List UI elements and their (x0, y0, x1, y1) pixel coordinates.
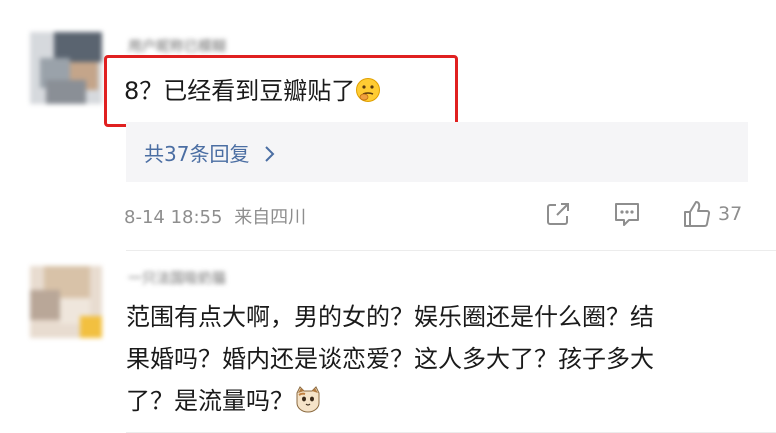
comment-meta: 8-14 18:55 来自四川 (124, 203, 306, 229)
comment-text-line: 果婚吗？婚内还是谈恋爱？这人多大了？孩子多大 (126, 345, 654, 373)
view-replies-link[interactable]: 共37条回复 (144, 138, 275, 167)
like-button[interactable]: 37 (682, 196, 742, 232)
thumbs-up-icon (682, 199, 712, 229)
comment-text: 范围有点大啊，男的女的？娱乐圈还是什么圈？结 果婚吗？婚内还是谈恋爱？这人多大了… (126, 296, 654, 426)
avatar[interactable] (30, 266, 102, 338)
like-count: 37 (718, 203, 743, 225)
comment-icon (612, 200, 642, 228)
divider (126, 250, 776, 251)
username[interactable]: 一只法国吸奶猫 (128, 268, 226, 287)
chevron-right-icon (264, 143, 275, 167)
cat-face-icon (294, 384, 322, 426)
comment-text-line: 范围有点大啊，男的女的？娱乐圈还是什么圈？结 (126, 303, 654, 331)
comment-date: 8-14 18:55 (124, 207, 223, 228)
share-icon (544, 200, 572, 228)
comment-button[interactable] (612, 196, 642, 232)
replies-label: 共37条回复 (144, 142, 250, 166)
highlight-box (104, 55, 458, 127)
comment-text-content: 了？是流量吗？ (126, 387, 294, 415)
comment-location: 来自四川 (234, 207, 307, 228)
avatar[interactable] (30, 32, 102, 104)
username[interactable]: 用户昵称已模糊 (128, 36, 226, 55)
share-button[interactable] (544, 196, 572, 232)
comment-text-line-last: 了？是流量吗？ (126, 380, 654, 426)
